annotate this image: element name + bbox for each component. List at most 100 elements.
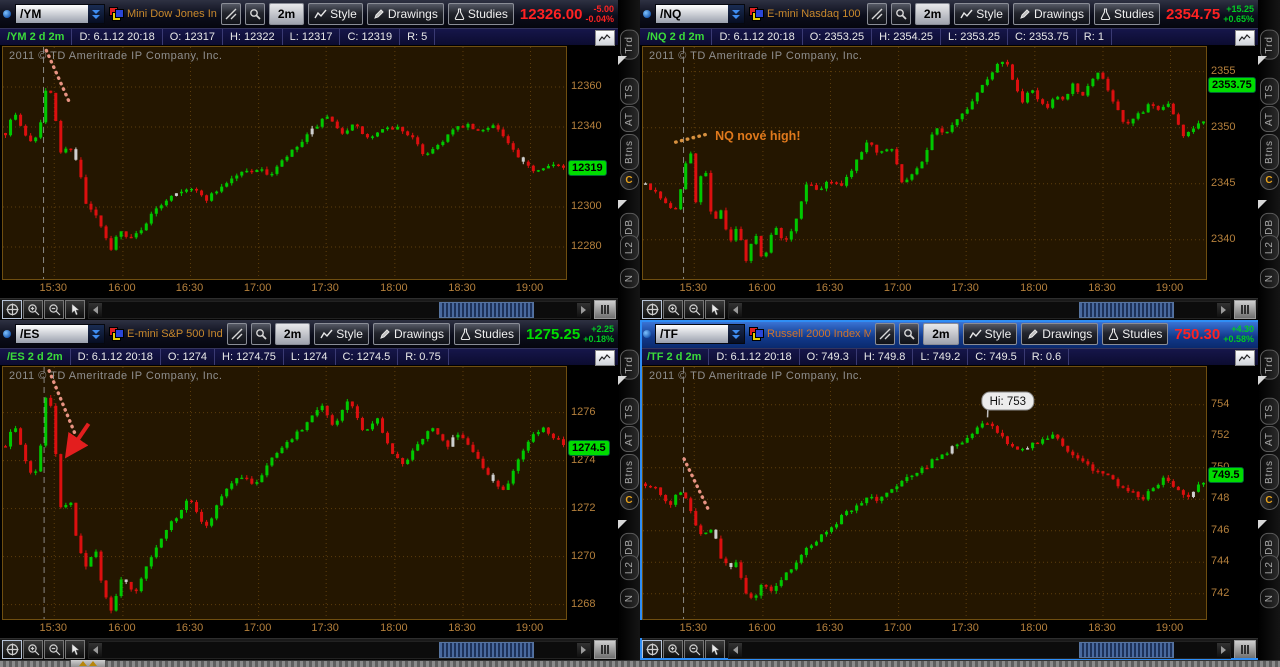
panel-collapse-wedge[interactable]	[1258, 200, 1267, 209]
zoom-out-button[interactable]	[684, 300, 704, 319]
scrollbar-thumb[interactable]	[1079, 301, 1175, 318]
side-tab-btns[interactable]: Btns	[620, 454, 639, 491]
scrollbar-track[interactable]	[102, 641, 577, 658]
side-tab-ts[interactable]: TS	[1260, 398, 1279, 425]
studies-button[interactable]: Studies	[453, 323, 520, 345]
chart-settings-button[interactable]	[890, 3, 911, 25]
panel-collapse-wedge[interactable]	[1258, 376, 1267, 385]
panel-collapse-wedge[interactable]	[1258, 520, 1267, 529]
mini-chart-button[interactable]	[1235, 350, 1255, 366]
side-tab-at[interactable]: AT	[620, 426, 639, 453]
mini-chart-button[interactable]	[595, 30, 615, 46]
time-axis[interactable]: 15:30 16:00 16:30 17:00 17:30 18:00 18:30 19:00	[0, 620, 618, 638]
side-tab-c[interactable]: C	[1260, 491, 1279, 510]
scroll-right-arrow[interactable]	[577, 642, 590, 657]
symbol-input[interactable]: /ES	[16, 325, 88, 343]
drawings-button[interactable]: Drawings	[1012, 3, 1090, 25]
zoom-out-button[interactable]	[684, 640, 704, 659]
side-tab-at[interactable]: AT	[620, 106, 639, 133]
chart-settings-button[interactable]	[899, 323, 920, 345]
side-tab-ts[interactable]: TS	[620, 398, 639, 425]
symbol-combo[interactable]: /TF	[655, 324, 745, 344]
side-tab-c[interactable]: C	[620, 491, 639, 510]
pan-tool-button[interactable]	[2, 300, 22, 319]
chart-settings-button[interactable]	[244, 3, 265, 25]
symbol-input[interactable]: /TF	[656, 325, 728, 343]
side-tab-n[interactable]: N	[620, 268, 639, 289]
drawings-button[interactable]: Drawings	[366, 3, 444, 25]
chevron-down-icon[interactable]	[88, 5, 104, 23]
drawings-button[interactable]: Drawings	[1021, 323, 1099, 345]
scroll-left-arrow[interactable]	[729, 302, 742, 317]
price-axis[interactable]: 1276 1274 1272 1270 1268 1274.5	[567, 366, 618, 620]
time-axis[interactable]: 15:30 16:00 16:30 17:00 17:30 18:00 18:30 19:00	[0, 280, 618, 298]
side-tab-at[interactable]: AT	[1260, 426, 1279, 453]
style-button[interactable]: Style	[954, 3, 1009, 25]
cursor-tool-button[interactable]	[65, 300, 85, 319]
studies-button[interactable]: Studies	[1102, 323, 1169, 345]
zoom-in-button[interactable]	[663, 300, 683, 319]
price-axis[interactable]: 2355 2350 2345 2340 2353.75	[1207, 46, 1258, 280]
scroll-right-arrow[interactable]	[1217, 642, 1230, 657]
side-tab-l2[interactable]: L2	[1260, 235, 1279, 261]
chart-scrollbar[interactable]	[88, 300, 591, 319]
studies-button[interactable]: Studies	[1093, 3, 1160, 25]
pan-tool-button[interactable]	[642, 300, 662, 319]
side-tab-c[interactable]: C	[1260, 171, 1279, 190]
cursor-tool-button[interactable]	[705, 640, 725, 659]
side-tab-n[interactable]: N	[620, 588, 639, 609]
window-resize-strip[interactable]	[0, 660, 1280, 667]
side-tab-btns[interactable]: Btns	[1260, 134, 1279, 171]
chevron-down-icon[interactable]	[728, 5, 744, 23]
side-tab-at[interactable]: AT	[1260, 106, 1279, 133]
timeframe-button[interactable]: 2m	[274, 323, 311, 345]
time-axis[interactable]: 15:30 16:00 16:30 17:00 17:30 18:00 18:30 19:00	[640, 620, 1258, 638]
chart-tools-button[interactable]	[875, 323, 896, 345]
link-group-icon[interactable]	[109, 327, 124, 341]
cursor-tool-button[interactable]	[705, 300, 725, 319]
mini-chart-button[interactable]	[1235, 30, 1255, 46]
chart-scrollbar[interactable]	[728, 640, 1231, 659]
link-group-icon[interactable]	[109, 7, 124, 21]
panel-collapse-wedge[interactable]	[618, 520, 627, 529]
splitter-grip[interactable]	[594, 640, 616, 659]
zoom-out-button[interactable]	[44, 300, 64, 319]
scroll-left-arrow[interactable]	[89, 642, 102, 657]
drawings-button[interactable]: Drawings	[372, 323, 450, 345]
zoom-in-button[interactable]	[663, 640, 683, 659]
panel-collapse-wedge[interactable]	[618, 200, 627, 209]
chart-plot-area[interactable]: 2011 © TD Ameritrade IP Company, Inc. Hi…	[642, 366, 1207, 620]
link-group-icon[interactable]	[749, 327, 764, 341]
side-tab-ts[interactable]: TS	[1260, 78, 1279, 105]
panel-collapse-wedge[interactable]	[1258, 56, 1267, 65]
scrollbar-track[interactable]	[742, 301, 1217, 318]
scrollbar-thumb[interactable]	[439, 641, 535, 658]
side-tab-l2[interactable]: L2	[1260, 555, 1279, 581]
side-tab-btns[interactable]: Btns	[620, 134, 639, 171]
splitter-grip[interactable]	[1234, 640, 1256, 659]
price-axis[interactable]: 12360 12340 12300 12280 12319	[567, 46, 618, 280]
panel-collapse-wedge[interactable]	[618, 56, 627, 65]
scrollbar-track[interactable]	[102, 301, 577, 318]
pan-tool-button[interactable]	[642, 640, 662, 659]
style-button[interactable]: Style	[308, 3, 363, 25]
chart-scrollbar[interactable]	[728, 300, 1231, 319]
scroll-right-arrow[interactable]	[1217, 302, 1230, 317]
scroll-right-arrow[interactable]	[577, 302, 590, 317]
side-tab-l2[interactable]: L2	[620, 555, 639, 581]
studies-button[interactable]: Studies	[447, 3, 514, 25]
side-tab-btns[interactable]: Btns	[1260, 454, 1279, 491]
side-tab-n[interactable]: N	[1260, 268, 1279, 289]
symbol-combo[interactable]: /NQ	[655, 4, 745, 24]
mini-chart-button[interactable]	[595, 350, 615, 366]
splitter-grip[interactable]	[1234, 300, 1256, 319]
chevron-down-icon[interactable]	[88, 325, 104, 343]
chart-plot-area[interactable]: 2011 © TD Ameritrade IP Company, Inc.	[2, 46, 567, 280]
symbol-input[interactable]: /NQ	[656, 5, 728, 23]
side-tab-c[interactable]: C	[620, 171, 639, 190]
side-tab-n[interactable]: N	[1260, 588, 1279, 609]
style-button[interactable]: Style	[314, 323, 369, 345]
scroll-left-arrow[interactable]	[729, 642, 742, 657]
panel-collapse-wedge[interactable]	[618, 376, 627, 385]
chart-scrollbar[interactable]	[88, 640, 591, 659]
